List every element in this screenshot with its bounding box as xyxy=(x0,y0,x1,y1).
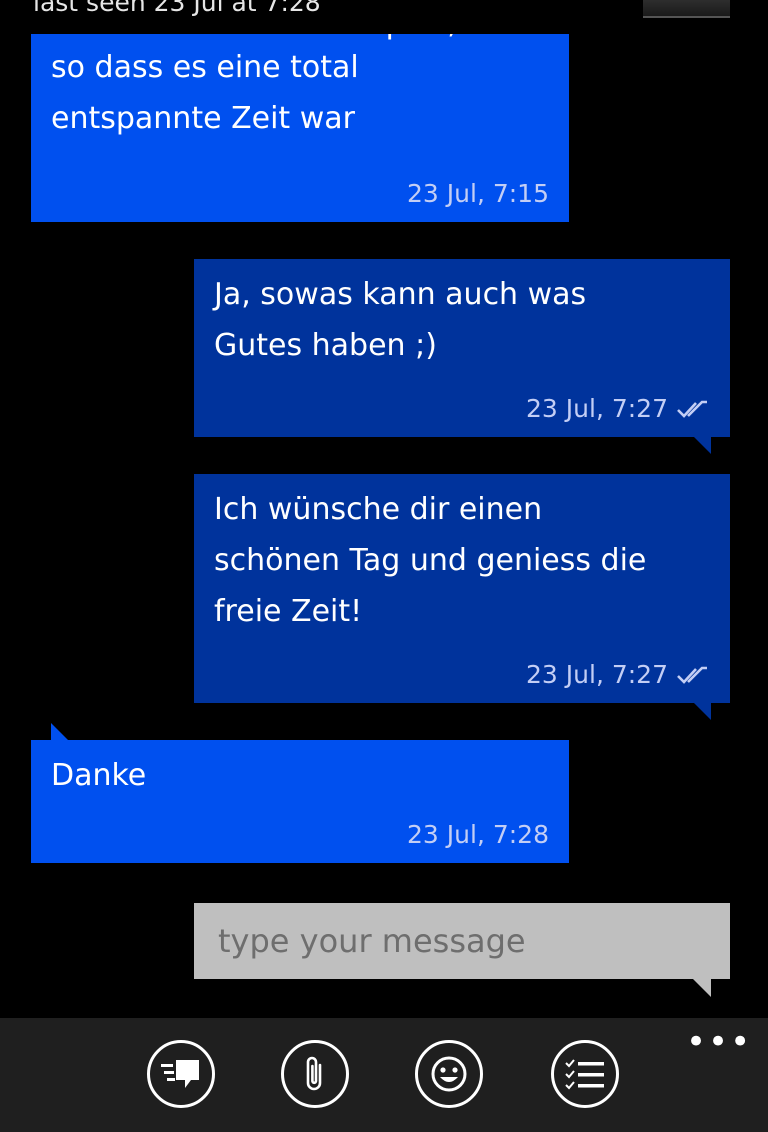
send-button[interactable] xyxy=(147,1040,215,1108)
composer-tail xyxy=(693,979,711,997)
bubble-tail xyxy=(51,723,68,740)
send-icon xyxy=(161,1060,199,1088)
message-timestamp: 23 Jul, 7:27 xyxy=(526,660,710,689)
message-timestamp: 23 Jul, 7:28 xyxy=(407,820,549,849)
contact-avatar[interactable] xyxy=(643,0,730,18)
message-text: so dass es eine total entspannte Zeit wa… xyxy=(51,50,359,136)
double-check-icon xyxy=(677,400,707,418)
emoji-button[interactable] xyxy=(415,1040,483,1108)
last-seen-status: last seen 23 Jul at 7:28 xyxy=(33,0,321,17)
message-list[interactable]: Urlaub: Telefon war kaputt, so dass es e… xyxy=(0,34,768,1018)
message-input[interactable] xyxy=(194,903,730,979)
message-timestamp: 23 Jul, 7:27 xyxy=(526,394,710,423)
double-check-icon xyxy=(677,666,707,684)
more-options-button[interactable]: ••• xyxy=(686,1025,752,1059)
attach-icon xyxy=(306,1056,322,1091)
bubble-tail xyxy=(694,437,711,454)
message-composer[interactable] xyxy=(194,903,730,997)
list-icon xyxy=(565,1059,604,1090)
message-text: Ja, sowas kann auch was Gutes haben ;) xyxy=(214,277,587,363)
list-button[interactable] xyxy=(551,1040,619,1108)
emoji-icon xyxy=(431,1056,467,1092)
message-bubble-outgoing[interactable]: Ja, sowas kann auch was Gutes haben ;) 2… xyxy=(194,259,730,454)
message-bubble-incoming[interactable]: Danke 23 Jul, 7:28 xyxy=(31,723,569,863)
bubble-tail xyxy=(694,703,711,720)
app-bar: ••• xyxy=(0,1018,768,1132)
message-bubble-incoming[interactable]: Urlaub: Telefon war kaputt, so dass es e… xyxy=(31,34,569,222)
message-text: Danke xyxy=(51,758,147,793)
chat-header: last seen 23 Jul at 7:28 xyxy=(0,0,768,34)
message-timestamp: 23 Jul, 7:15 xyxy=(407,179,549,208)
message-bubble-outgoing[interactable]: Ich wünsche dir einen schönen Tag und ge… xyxy=(194,474,730,720)
message-text: Ich wünsche dir einen schönen Tag und ge… xyxy=(214,492,647,629)
attach-button[interactable] xyxy=(281,1040,349,1108)
